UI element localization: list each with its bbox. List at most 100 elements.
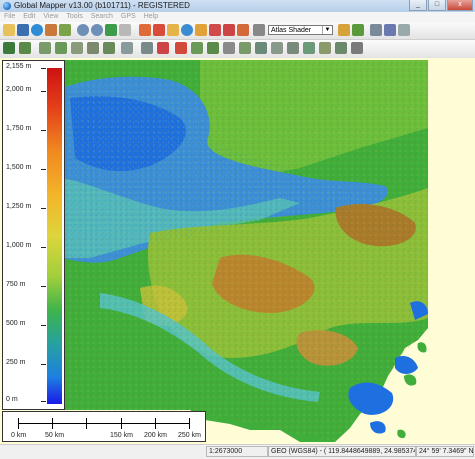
- create-line-icon[interactable]: [19, 42, 31, 54]
- legend-label: 1,500 m: [6, 164, 32, 171]
- island-1: [404, 374, 417, 386]
- scale-feature-icon[interactable]: [103, 42, 115, 54]
- grid-icon[interactable]: [384, 24, 396, 36]
- delete-feature-icon[interactable]: [157, 42, 169, 54]
- measure-area-icon[interactable]: [351, 42, 363, 54]
- island-2: [417, 342, 427, 353]
- buffer-icon[interactable]: [207, 42, 219, 54]
- menu-bar: File Edit View Tools Search GPS Help: [0, 12, 475, 22]
- menu-help[interactable]: Help: [140, 12, 162, 22]
- save-icon[interactable]: [17, 24, 29, 36]
- coastal-water-2: [395, 356, 418, 374]
- window-title: Global Mapper v13.00 (b101711) - REGISTE…: [14, 1, 190, 10]
- 3d-view-icon[interactable]: [237, 24, 249, 36]
- create-point-icon[interactable]: [39, 42, 51, 54]
- paste-feature-icon[interactable]: [287, 42, 299, 54]
- info-icon[interactable]: [181, 24, 193, 36]
- legend-tick: [41, 169, 46, 170]
- menu-tools[interactable]: Tools: [62, 12, 86, 22]
- export-icon[interactable]: [45, 24, 57, 36]
- edit-vertex-icon[interactable]: [55, 42, 67, 54]
- feature-info-icon[interactable]: [195, 24, 207, 36]
- legend-label: 250 m: [6, 359, 26, 366]
- zoom-in-icon[interactable]: [77, 24, 89, 36]
- measure-icon[interactable]: [167, 24, 179, 36]
- island-3: [397, 429, 406, 439]
- legend-label: 2,155 m: [6, 63, 32, 70]
- union-area-icon[interactable]: [191, 42, 203, 54]
- digitizer-toolbar: [0, 40, 475, 59]
- status-dms: 24° 59' 7.3469" N: [416, 446, 474, 457]
- status-bar: 1:2673000 GEO (WGS84) - ( 119.8448649889…: [0, 444, 475, 459]
- style-icon[interactable]: [335, 42, 347, 54]
- shader-select[interactable]: Atlas Shader ▼: [268, 25, 333, 35]
- find-icon[interactable]: [303, 42, 315, 54]
- scale-tick: [189, 418, 190, 429]
- select-icon[interactable]: [139, 24, 151, 36]
- menu-edit[interactable]: Edit: [19, 12, 39, 22]
- layer-icon[interactable]: [59, 24, 71, 36]
- legend-label: 0 m: [6, 396, 18, 403]
- home-icon[interactable]: [119, 24, 131, 36]
- status-scale: 1:2673000: [206, 446, 268, 457]
- smooth-icon[interactable]: [239, 42, 251, 54]
- legend-tick: [41, 401, 46, 402]
- main-toolbar: Atlas Shader ▼: [0, 22, 475, 40]
- scale-label: 200 km: [144, 432, 167, 439]
- move-feature-icon[interactable]: [71, 42, 83, 54]
- scale-label: 0 km: [11, 432, 27, 439]
- legend-tick: [41, 247, 46, 248]
- maximize-button[interactable]: □: [428, 0, 446, 11]
- minimize-button[interactable]: _: [409, 0, 427, 11]
- legend-label: 500 m: [6, 320, 26, 327]
- vertical-exaggeration-icon[interactable]: [370, 24, 382, 36]
- menu-gps[interactable]: GPS: [117, 12, 140, 22]
- menu-file[interactable]: File: [0, 12, 19, 22]
- app-globe-icon: [3, 2, 11, 10]
- light-direction-icon[interactable]: [352, 24, 364, 36]
- path-profile-icon[interactable]: [209, 24, 221, 36]
- copy-feature-icon[interactable]: [271, 42, 283, 54]
- close-button[interactable]: x: [447, 0, 473, 11]
- legend-tick: [41, 325, 46, 326]
- legend-label: 1,750 m: [6, 125, 32, 132]
- zoom-out-icon[interactable]: [91, 24, 103, 36]
- attributes-icon[interactable]: [319, 42, 331, 54]
- globe-icon[interactable]: [31, 24, 43, 36]
- coastal-water-4: [370, 421, 386, 434]
- scale-label: 250 km: [178, 432, 201, 439]
- shader-select-value: Atlas Shader: [271, 27, 312, 34]
- elevation-legend: 2,155 m 2,000 m 1,750 m 1,500 m 1,250 m …: [2, 60, 65, 410]
- scale-tick: [121, 418, 122, 429]
- split-line-icon[interactable]: [121, 42, 133, 54]
- chevron-down-icon[interactable]: ▼: [322, 26, 332, 34]
- tool-icon[interactable]: [398, 24, 410, 36]
- control-center-icon[interactable]: [253, 24, 265, 36]
- view-shed-icon[interactable]: [223, 24, 235, 36]
- map-view[interactable]: [0, 58, 475, 444]
- snap-icon[interactable]: [223, 42, 235, 54]
- digitizer-icon[interactable]: [153, 24, 165, 36]
- sea-area: [428, 58, 475, 444]
- scale-label: 150 km: [110, 432, 133, 439]
- rotate-feature-icon[interactable]: [87, 42, 99, 54]
- shader-options-icon[interactable]: [338, 24, 350, 36]
- pan-icon[interactable]: [105, 24, 117, 36]
- scale-tick: [52, 418, 53, 429]
- open-folder-icon[interactable]: [3, 24, 15, 36]
- cut-area-icon[interactable]: [175, 42, 187, 54]
- join-line-icon[interactable]: [141, 42, 153, 54]
- menu-search[interactable]: Search: [87, 12, 117, 22]
- window-controls: _ □ x: [408, 0, 473, 11]
- simplify-icon[interactable]: [255, 42, 267, 54]
- legend-tick: [41, 286, 46, 287]
- legend-label: 1,000 m: [6, 242, 32, 249]
- legend-label: 2,000 m: [6, 86, 32, 93]
- scale-tick: [155, 418, 156, 429]
- create-area-icon[interactable]: [3, 42, 15, 54]
- legend-color-ramp: [47, 68, 62, 404]
- legend-tick: [41, 130, 46, 131]
- menu-view[interactable]: View: [39, 12, 62, 22]
- legend-label: 1,250 m: [6, 203, 32, 210]
- terrain-map[interactable]: [0, 58, 475, 444]
